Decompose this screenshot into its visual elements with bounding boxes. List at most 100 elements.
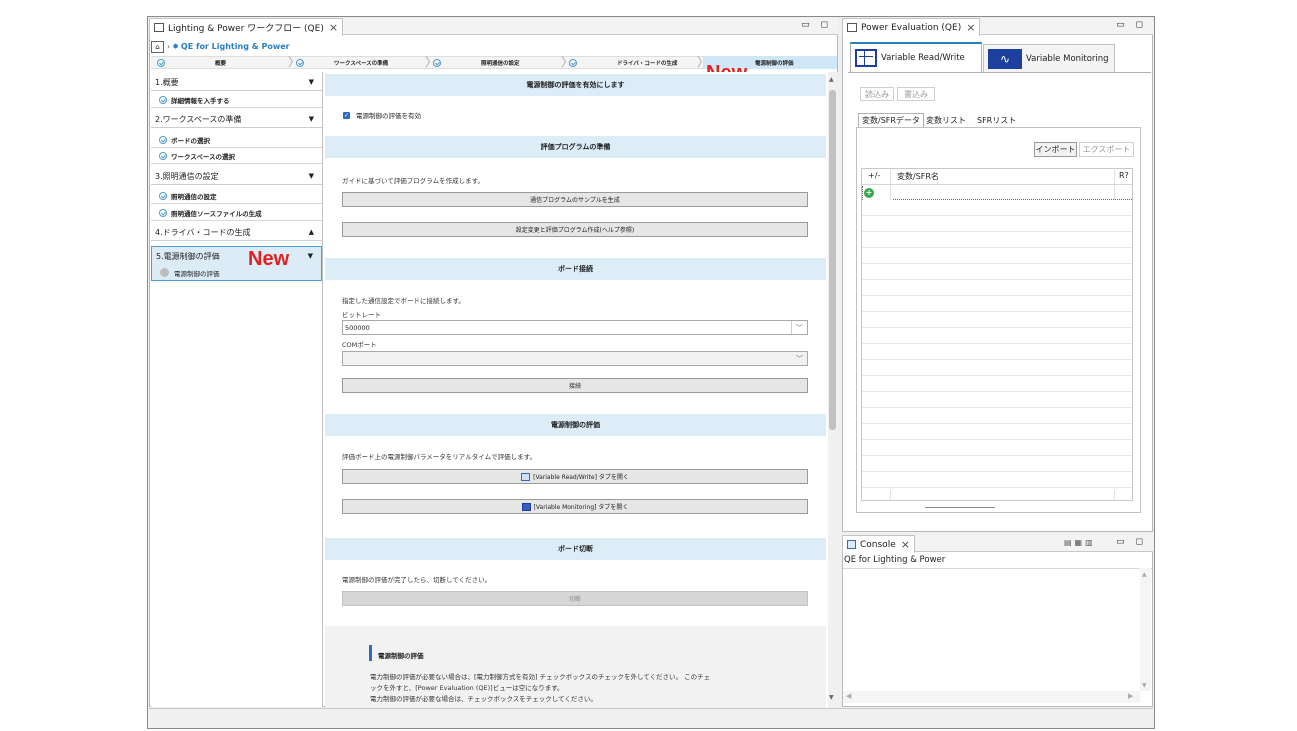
workflow-tab-label: Lighting & Power ワークフロー (QE) xyxy=(168,24,324,34)
read-write-tab[interactable]: Variable Read/Write xyxy=(850,42,982,72)
read-button[interactable]: 読込み xyxy=(860,87,894,101)
enable-checkbox[interactable]: ✓ xyxy=(343,111,350,119)
close-icon[interactable]: × xyxy=(329,21,338,34)
power-eval-tab[interactable]: Power Evaluation (QE) × xyxy=(842,18,981,36)
view-window-buttons[interactable]: ▭ ◻ xyxy=(1116,20,1147,30)
step-overview[interactable]: 概要 xyxy=(157,57,226,69)
console-vertical-scrollbar[interactable] xyxy=(1140,568,1151,691)
check-icon xyxy=(159,136,167,144)
check-icon xyxy=(159,152,167,160)
console-tab[interactable]: Console × xyxy=(842,535,915,553)
console-output: QE for Lighting & Power xyxy=(844,555,946,565)
dropdown-arrow-icon: ▼ xyxy=(308,115,314,123)
open-read-write-tab-button[interactable]: [Variable Read/Write] タブを開く xyxy=(342,469,808,484)
write-button[interactable]: 書込み xyxy=(897,87,935,101)
column-header-plusminus[interactable]: +/- xyxy=(868,171,880,180)
open-monitoring-tab-button[interactable]: [Variable Monitoring] タブを開く xyxy=(342,499,808,514)
power-eval-tab-label: Power Evaluation (QE) xyxy=(861,22,962,33)
step-separator-icon: 〉 xyxy=(425,55,438,69)
column-header-name[interactable]: 変数/SFR名 xyxy=(897,171,939,182)
scroll-right-icon[interactable]: ▶ xyxy=(1128,692,1133,700)
scroll-down-icon[interactable]: ▼ xyxy=(1142,682,1147,689)
table-clock-icon xyxy=(855,49,877,67)
check-icon xyxy=(159,96,167,104)
scroll-up-icon[interactable]: ▲ xyxy=(829,76,834,83)
step-driver-code[interactable]: ドライバ・コードの生成 xyxy=(569,57,677,69)
dropdown-arrow-icon: ▼ xyxy=(308,172,314,180)
sidebar-item-board-select[interactable]: ボードの選択 xyxy=(151,133,322,148)
monitor-icon xyxy=(521,502,531,511)
add-variable-icon[interactable]: + xyxy=(864,188,874,198)
step-workspace[interactable]: ワークスペースの準備 xyxy=(296,57,388,69)
help-line-1: 電力制御の評価が必要ない場合は、[電力制御方式を有効] チェックボックスのチェッ… xyxy=(370,673,711,681)
sidebar-section-overview[interactable]: 1.概要 ▼ xyxy=(151,74,322,91)
console-toolbar-icons[interactable]: ▤▦▥ xyxy=(1064,538,1096,547)
chevron-down-icon[interactable]: ﹀ xyxy=(791,321,807,334)
sidebar-item-lighting-source[interactable]: 照明通信ソースファイルの生成 xyxy=(151,206,322,221)
import-button[interactable]: インポート xyxy=(1034,142,1077,157)
sidebar-item-power-eval[interactable]: 電源制御の評価 xyxy=(151,265,322,281)
board-section-header: ボード接続 xyxy=(325,258,826,280)
step-power-eval[interactable]: 電源制御の評価 xyxy=(755,57,794,69)
breadcrumb-separator-icon: › xyxy=(167,42,171,51)
eval-description: 評価ボード上の電源制御パラメータをリアルタイムで評価します。 xyxy=(342,453,536,461)
connect-button[interactable]: 接続 xyxy=(342,378,808,393)
eval-section-header: 電源制御の評価 xyxy=(325,414,826,436)
workflow-sidebar: 1.概要 ▼ 詳細情報を入手する 2.ワークスペースの準備 ▼ ボードの選択 ワーク… xyxy=(151,72,323,707)
sidebar-item-details[interactable]: 詳細情報を入手する xyxy=(151,93,322,108)
sidebar-section-driver[interactable]: 4.ドライバ・コードの生成 ▲ xyxy=(151,224,322,241)
console-tabbar: Console × ▤▦▥ ▭ ◻ xyxy=(842,535,1153,553)
dropdown-arrow-icon: ▼ xyxy=(308,78,314,86)
horizontal-scrollbar-thumb[interactable] xyxy=(925,507,995,508)
enable-checkbox-row[interactable]: ✓ 電源制御の評価を有効 xyxy=(343,110,421,120)
column-header-r[interactable]: R? xyxy=(1119,171,1129,180)
step-lighting-comm[interactable]: 照明通信の設定 xyxy=(433,57,520,69)
breadcrumb-label[interactable]: QE for Lighting & Power xyxy=(181,42,290,51)
scroll-left-icon[interactable]: ◀ xyxy=(846,692,851,700)
bitrate-select[interactable]: 500000 ﹀ xyxy=(342,320,808,335)
create-eval-program-button[interactable]: 設定変更と評価プログラム作成(ヘルプ参照) xyxy=(342,222,808,237)
prep-section-header: 評価プログラムの準備 xyxy=(325,136,826,158)
enable-section-header: 電源制御の評価を有効にします xyxy=(325,74,826,96)
new-label-sidebar: New xyxy=(248,248,290,270)
content-scrollbar-thumb[interactable] xyxy=(829,90,836,430)
console-horizontal-scrollbar[interactable] xyxy=(843,691,1140,703)
export-button[interactable]: エクスポート xyxy=(1079,142,1134,157)
workflow-tab[interactable]: Lighting & Power ワークフロー (QE) × xyxy=(149,18,344,36)
sidebar-section-workspace[interactable]: 2.ワークスペースの準備 ▼ xyxy=(151,111,322,128)
com-port-select[interactable]: ﹀ xyxy=(342,351,808,366)
subtab-var-list[interactable]: 変数リスト xyxy=(926,114,966,127)
breadcrumb: ⌂ › ✸ QE for Lighting & Power xyxy=(151,40,290,53)
power-eval-tabbar: Power Evaluation (QE) × ▭ ◻ xyxy=(842,18,1153,36)
console-text-area[interactable] xyxy=(843,568,1152,691)
close-icon[interactable]: × xyxy=(966,21,975,34)
help-accent-bar xyxy=(369,645,372,661)
scroll-down-icon[interactable]: ▼ xyxy=(829,694,834,701)
header-divider xyxy=(862,184,1132,185)
disconnect-button[interactable]: 切断 xyxy=(342,591,808,606)
check-icon xyxy=(159,209,167,217)
sidebar-section-lighting[interactable]: 3.照明通信の設定 ▼ xyxy=(151,168,322,185)
view-window-buttons[interactable]: ▭ ◻ xyxy=(1116,537,1147,547)
help-line-2: ックを外すと、[Power Evaluation (QE)]ビューは空になります… xyxy=(370,684,564,692)
sidebar-section-power[interactable]: 5.電源制御の評価 ▼ xyxy=(151,246,322,266)
sidebar-item-lighting-setting[interactable]: 照明通信の設定 xyxy=(151,189,322,204)
dropdown-arrow-icon: ▼ xyxy=(307,252,313,260)
close-icon[interactable]: × xyxy=(901,538,910,551)
status-circle-icon xyxy=(160,268,169,277)
generate-sample-button[interactable]: 通信プログラムのサンプルを生成 xyxy=(342,192,808,207)
home-icon[interactable]: ⌂ xyxy=(151,40,164,53)
step-separator-icon: 〉 xyxy=(288,55,301,69)
sidebar-item-workspace-select[interactable]: ワークスペースの選択 xyxy=(151,149,322,164)
scroll-up-icon[interactable]: ▲ xyxy=(1142,571,1147,578)
disconnect-description: 電源制御の評価が完了したら、切断してください。 xyxy=(342,576,492,584)
check-icon xyxy=(157,59,165,67)
lighting-icon: ✸ xyxy=(172,42,179,51)
console-tab-label: Console xyxy=(860,539,896,550)
subtab-data[interactable]: 変数/SFRデータ xyxy=(858,113,924,127)
disconnect-section-header: ボード切断 xyxy=(325,538,826,560)
chevron-down-icon[interactable]: ﹀ xyxy=(792,352,807,365)
subtab-sfr-list[interactable]: SFRリスト xyxy=(977,114,1016,127)
view-window-buttons[interactable]: ▭ ◻ xyxy=(801,20,832,30)
monitoring-tab[interactable]: ∿ Variable Monitoring xyxy=(983,44,1115,72)
